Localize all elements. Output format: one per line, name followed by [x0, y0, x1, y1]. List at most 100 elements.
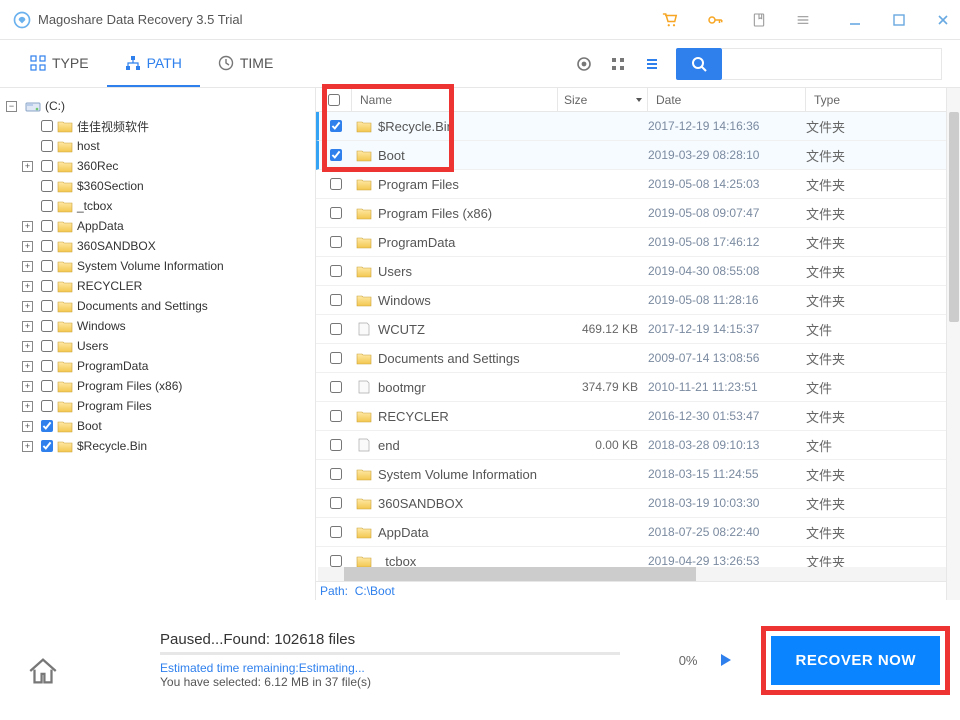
col-size[interactable]: Size: [558, 88, 648, 111]
table-row[interactable]: end0.00 KB2018-03-28 09:10:13文件: [316, 431, 960, 460]
select-all-checkbox[interactable]: [328, 94, 340, 106]
expand-icon[interactable]: +: [22, 441, 33, 452]
row-checkbox[interactable]: [330, 294, 342, 306]
tree-checkbox[interactable]: [41, 140, 53, 152]
expand-icon[interactable]: +: [22, 421, 33, 432]
tree-checkbox[interactable]: [41, 160, 53, 172]
tab-path[interactable]: PATH: [107, 40, 200, 87]
expand-icon[interactable]: +: [22, 341, 33, 352]
expand-icon[interactable]: +: [22, 161, 33, 172]
expand-icon[interactable]: +: [22, 221, 33, 232]
tree-item[interactable]: +Users: [6, 336, 311, 356]
tree-item[interactable]: $360Section: [6, 176, 311, 196]
collapse-icon[interactable]: −: [6, 101, 17, 112]
home-icon[interactable]: [26, 654, 60, 688]
tree-item[interactable]: +360SANDBOX: [6, 236, 311, 256]
table-row[interactable]: 360SANDBOX2018-03-19 10:03:30文件夹: [316, 489, 960, 518]
tree-item[interactable]: +Windows: [6, 316, 311, 336]
row-checkbox[interactable]: [330, 207, 342, 219]
row-checkbox[interactable]: [330, 352, 342, 364]
vertical-scrollbar[interactable]: [946, 88, 960, 600]
key-icon[interactable]: [706, 11, 724, 29]
tree-item[interactable]: +Program Files (x86): [6, 376, 311, 396]
row-checkbox[interactable]: [330, 323, 342, 335]
table-row[interactable]: bootmgr374.79 KB2010-11-21 11:23:51文件: [316, 373, 960, 402]
row-checkbox[interactable]: [330, 410, 342, 422]
tree-panel[interactable]: − (C:) 佳佳视频软件host+360Rec$360Section_tcbo…: [0, 88, 316, 600]
tree-checkbox[interactable]: [41, 400, 53, 412]
tree-checkbox[interactable]: [41, 420, 53, 432]
tree-item[interactable]: +System Volume Information: [6, 256, 311, 276]
tree-checkbox[interactable]: [41, 380, 53, 392]
horizontal-scrollbar[interactable]: [318, 567, 958, 581]
tree-item[interactable]: +$Recycle.Bin: [6, 436, 311, 456]
cart-icon[interactable]: [662, 11, 680, 29]
tree-checkbox[interactable]: [41, 320, 53, 332]
tree-checkbox[interactable]: [41, 120, 53, 132]
table-row[interactable]: Boot2019-03-29 08:28:10文件夹: [316, 141, 960, 170]
book-icon[interactable]: [750, 11, 768, 29]
list-icon[interactable]: [642, 54, 662, 74]
tree-checkbox[interactable]: [41, 440, 53, 452]
recover-button[interactable]: RECOVER NOW: [771, 636, 940, 685]
row-checkbox[interactable]: [330, 526, 342, 538]
expand-icon[interactable]: +: [22, 301, 33, 312]
maximize-icon[interactable]: [890, 13, 908, 27]
tree-checkbox[interactable]: [41, 240, 53, 252]
expand-icon[interactable]: +: [22, 281, 33, 292]
table-row[interactable]: Program Files (x86)2019-05-08 09:07:47文件…: [316, 199, 960, 228]
row-checkbox[interactable]: [330, 468, 342, 480]
expand-icon[interactable]: +: [22, 261, 33, 272]
col-name[interactable]: Name: [352, 88, 558, 111]
tree-item[interactable]: +Boot: [6, 416, 311, 436]
tab-time[interactable]: TIME: [200, 40, 291, 87]
tree-checkbox[interactable]: [41, 200, 53, 212]
row-checkbox[interactable]: [330, 497, 342, 509]
tree-item[interactable]: +360Rec: [6, 156, 311, 176]
col-date[interactable]: Date: [648, 88, 806, 111]
table-row[interactable]: WCUTZ469.12 KB2017-12-19 14:15:37文件: [316, 315, 960, 344]
minimize-icon[interactable]: [846, 13, 864, 27]
tree-item[interactable]: _tcbox: [6, 196, 311, 216]
resume-icon[interactable]: [717, 652, 733, 668]
close-icon[interactable]: [934, 13, 952, 27]
expand-icon[interactable]: +: [22, 321, 33, 332]
tree-root[interactable]: − (C:): [6, 96, 311, 116]
table-row[interactable]: RECYCLER2016-12-30 01:53:47文件夹: [316, 402, 960, 431]
tree-item[interactable]: 佳佳视频软件: [6, 116, 311, 136]
thumbs-icon[interactable]: [608, 54, 628, 74]
tree-checkbox[interactable]: [41, 360, 53, 372]
tree-item[interactable]: +AppData: [6, 216, 311, 236]
row-checkbox[interactable]: [330, 265, 342, 277]
row-checkbox[interactable]: [330, 178, 342, 190]
row-checkbox[interactable]: [330, 236, 342, 248]
row-checkbox[interactable]: [330, 439, 342, 451]
tree-checkbox[interactable]: [41, 280, 53, 292]
table-row[interactable]: ProgramData2019-05-08 17:46:12文件夹: [316, 228, 960, 257]
tree-checkbox[interactable]: [41, 180, 53, 192]
col-type[interactable]: Type: [806, 88, 960, 111]
tree-checkbox[interactable]: [41, 300, 53, 312]
table-row[interactable]: _tcbox2019-04-29 13:26:53文件夹: [316, 547, 960, 567]
col-checkbox[interactable]: [316, 88, 352, 111]
table-row[interactable]: AppData2018-07-25 08:22:40文件夹: [316, 518, 960, 547]
expand-icon[interactable]: +: [22, 381, 33, 392]
row-checkbox[interactable]: [330, 381, 342, 393]
table-row[interactable]: Users2019-04-30 08:55:08文件夹: [316, 257, 960, 286]
search-button[interactable]: [676, 48, 722, 80]
table-row[interactable]: System Volume Information2018-03-15 11:2…: [316, 460, 960, 489]
tree-item[interactable]: +Program Files: [6, 396, 311, 416]
expand-icon[interactable]: +: [22, 401, 33, 412]
tree-item[interactable]: +Documents and Settings: [6, 296, 311, 316]
tree-item[interactable]: host: [6, 136, 311, 156]
row-checkbox[interactable]: [330, 555, 342, 567]
tree-checkbox[interactable]: [41, 340, 53, 352]
table-row[interactable]: Documents and Settings2009-07-14 13:08:5…: [316, 344, 960, 373]
tree-checkbox[interactable]: [41, 260, 53, 272]
search-input[interactable]: [722, 48, 942, 80]
preview-icon[interactable]: [574, 54, 594, 74]
tree-checkbox[interactable]: [41, 220, 53, 232]
expand-icon[interactable]: +: [22, 361, 33, 372]
table-row[interactable]: Windows2019-05-08 11:28:16文件夹: [316, 286, 960, 315]
tree-item[interactable]: +ProgramData: [6, 356, 311, 376]
